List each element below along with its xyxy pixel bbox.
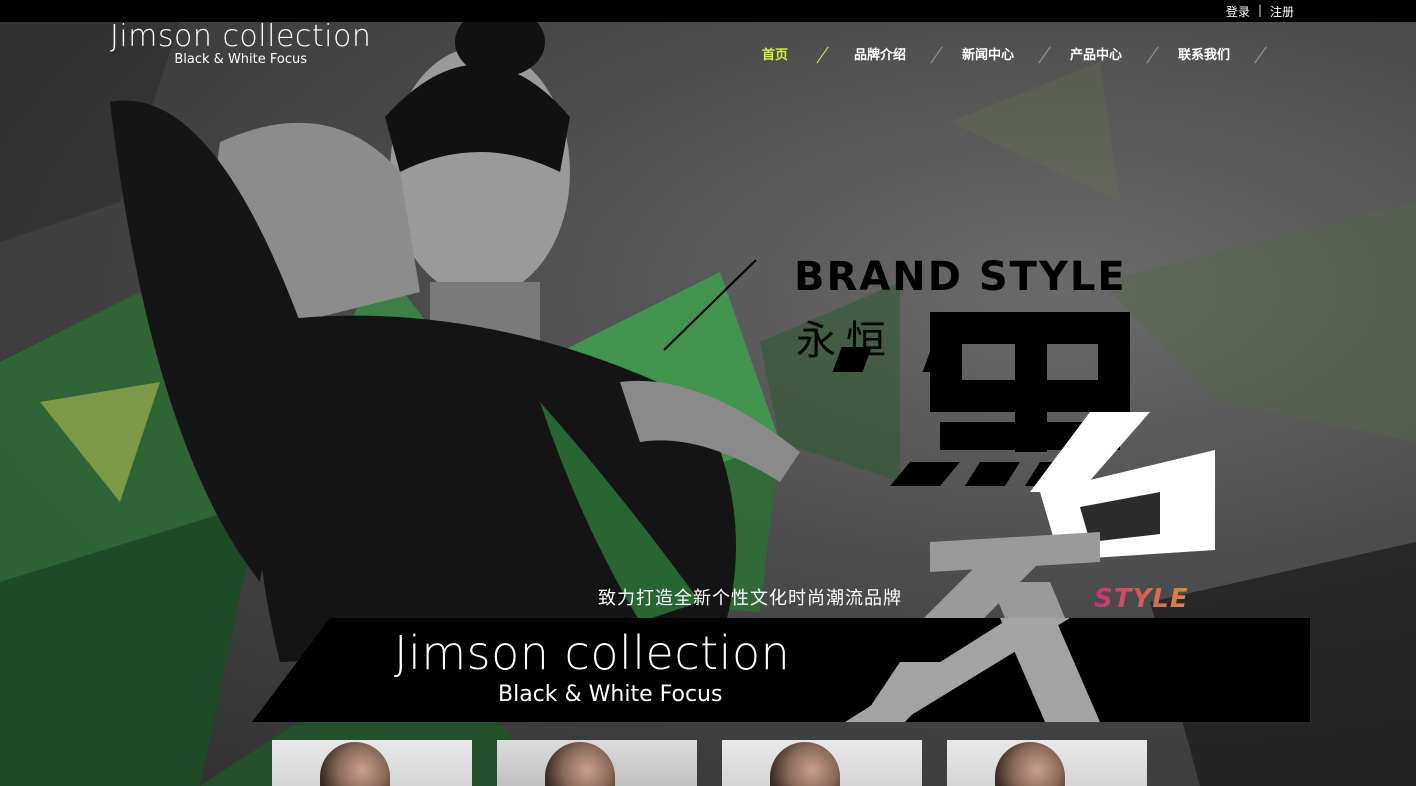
portrait-image xyxy=(545,742,615,786)
logo-tagline: Black & White Focus xyxy=(174,52,308,67)
auth-links: 登录 | 注册 xyxy=(1226,3,1294,20)
top-bar: 登录 | 注册 xyxy=(0,0,1416,22)
eternal-label: 永恒 xyxy=(796,318,896,364)
nav-divider xyxy=(1036,45,1064,63)
site-logo[interactable]: Jimson collection Black & White Focus xyxy=(110,22,371,67)
main-nav: 首页 品牌介绍 新闻中心 产品中心 联系我们 xyxy=(762,44,1280,63)
banner-brand-name: Jimson collection xyxy=(394,626,791,680)
auth-separator: | xyxy=(1257,3,1262,17)
portrait-image xyxy=(320,742,390,786)
portrait-image xyxy=(770,742,840,786)
nav-divider xyxy=(814,45,842,63)
thumbnail-image[interactable] xyxy=(947,740,1147,786)
hero-banner: Jimson collection Black & White Focus 首页… xyxy=(0,22,1416,786)
style-wordmark: STYLE xyxy=(1094,584,1189,614)
register-link[interactable]: 注册 xyxy=(1270,3,1294,20)
nav-divider xyxy=(1252,45,1280,63)
banner-tagline: Black & White Focus xyxy=(498,682,723,707)
portrait-image xyxy=(995,742,1065,786)
brand-style-heading: BRAND STYLE xyxy=(794,254,1127,300)
thumbnail-image[interactable] xyxy=(497,740,697,786)
nav-divider xyxy=(928,45,956,63)
thumbnail-row xyxy=(272,740,1147,786)
hero-slogan: 致力打造全新个性文化时尚潮流品牌 xyxy=(598,588,902,609)
logo-name: Jimson collection xyxy=(110,22,372,54)
thumbnail-image[interactable] xyxy=(722,740,922,786)
login-link[interactable]: 登录 xyxy=(1226,3,1250,20)
nav-divider xyxy=(1144,45,1172,63)
thumbnail-image[interactable] xyxy=(272,740,472,786)
